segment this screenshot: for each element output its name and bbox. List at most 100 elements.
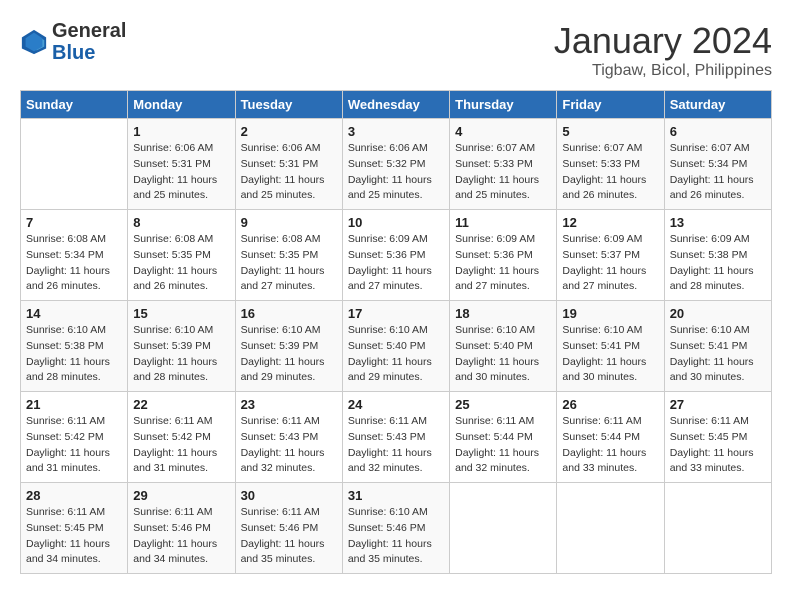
calendar-cell: 25 Sunrise: 6:11 AMSunset: 5:44 PMDayligh… (450, 392, 557, 483)
logo-blue: Blue (52, 42, 126, 64)
calendar-cell: 28 Sunrise: 6:11 AMSunset: 5:45 PMDayligh… (21, 483, 128, 574)
calendar-cell: 14 Sunrise: 6:10 AMSunset: 5:38 PMDayligh… (21, 301, 128, 392)
day-number: 10 (348, 215, 444, 230)
day-detail: Sunrise: 6:07 AMSunset: 5:33 PMDaylight:… (455, 141, 551, 204)
weekday-header: Tuesday (235, 91, 342, 119)
calendar-cell: 10Sunrise: 6:09 AMSunset: 5:36 PMDayligh… (342, 210, 449, 301)
calendar-week-row: 28 Sunrise: 6:11 AMSunset: 5:45 PMDayligh… (21, 483, 772, 574)
calendar-cell (664, 483, 771, 574)
day-number: 28 (26, 488, 122, 503)
calendar-cell: 29 Sunrise: 6:11 AMSunset: 5:46 PMDayligh… (128, 483, 235, 574)
calendar-cell: 17 Sunrise: 6:10 AMSunset: 5:40 PMDayligh… (342, 301, 449, 392)
calendar-title: January 2024 (554, 20, 772, 62)
weekday-header: Wednesday (342, 91, 449, 119)
calendar-cell (450, 483, 557, 574)
day-number: 23 (241, 397, 337, 412)
day-number: 29 (133, 488, 229, 503)
weekday-header: Thursday (450, 91, 557, 119)
day-number: 31 (348, 488, 444, 503)
day-detail: Sunrise: 6:11 AMSunset: 5:46 PMDaylight:… (241, 505, 337, 568)
day-detail: Sunrise: 6:10 AMSunset: 5:41 PMDaylight:… (562, 323, 658, 386)
logo-text: General Blue (52, 20, 126, 64)
day-number: 3 (348, 124, 444, 139)
calendar-cell: 18 Sunrise: 6:10 AMSunset: 5:40 PMDayligh… (450, 301, 557, 392)
day-number: 16 (241, 306, 337, 321)
day-number: 12 (562, 215, 658, 230)
calendar-cell: 16 Sunrise: 6:10 AMSunset: 5:39 PMDayligh… (235, 301, 342, 392)
calendar-cell: 21Sunrise: 6:11 AMSunset: 5:42 PMDayligh… (21, 392, 128, 483)
calendar-cell: 7Sunrise: 6:08 AMSunset: 5:34 PMDaylight… (21, 210, 128, 301)
day-number: 19 (562, 306, 658, 321)
day-detail: Sunrise: 6:10 AMSunset: 5:41 PMDaylight:… (670, 323, 766, 386)
calendar-cell (21, 119, 128, 210)
page-header: General Blue January 2024 Tigbaw, Bicol,… (20, 20, 772, 80)
day-number: 25 (455, 397, 551, 412)
calendar-cell: 9Sunrise: 6:08 AMSunset: 5:35 PMDaylight… (235, 210, 342, 301)
day-number: 24 (348, 397, 444, 412)
day-detail: Sunrise: 6:11 AMSunset: 5:44 PMDaylight:… (455, 414, 551, 477)
day-number: 14 (26, 306, 122, 321)
calendar-cell: 5 Sunrise: 6:07 AMSunset: 5:33 PMDaylight… (557, 119, 664, 210)
day-detail: Sunrise: 6:11 AMSunset: 5:43 PMDaylight:… (241, 414, 337, 477)
day-detail: Sunrise: 6:10 AMSunset: 5:40 PMDaylight:… (348, 323, 444, 386)
calendar-cell: 4Sunrise: 6:07 AMSunset: 5:33 PMDaylight… (450, 119, 557, 210)
weekday-header: Monday (128, 91, 235, 119)
calendar-header: SundayMondayTuesdayWednesdayThursdayFrid… (21, 91, 772, 119)
logo-icon (20, 28, 48, 56)
day-detail: Sunrise: 6:11 AMSunset: 5:45 PMDaylight:… (26, 505, 122, 568)
calendar-cell: 1Sunrise: 6:06 AMSunset: 5:31 PMDaylight… (128, 119, 235, 210)
day-number: 7 (26, 215, 122, 230)
day-detail: Sunrise: 6:11 AMSunset: 5:46 PMDaylight:… (133, 505, 229, 568)
day-detail: Sunrise: 6:11 AMSunset: 5:42 PMDaylight:… (133, 414, 229, 477)
day-detail: Sunrise: 6:08 AMSunset: 5:35 PMDaylight:… (133, 232, 229, 295)
day-number: 9 (241, 215, 337, 230)
day-number: 15 (133, 306, 229, 321)
calendar-location: Tigbaw, Bicol, Philippines (554, 62, 772, 80)
day-number: 11 (455, 215, 551, 230)
day-detail: Sunrise: 6:10 AMSunset: 5:39 PMDaylight:… (241, 323, 337, 386)
calendar-cell: 30 Sunrise: 6:11 AMSunset: 5:46 PMDayligh… (235, 483, 342, 574)
calendar-cell: 24Sunrise: 6:11 AMSunset: 5:43 PMDayligh… (342, 392, 449, 483)
day-detail: Sunrise: 6:10 AMSunset: 5:38 PMDaylight:… (26, 323, 122, 386)
day-number: 1 (133, 124, 229, 139)
day-detail: Sunrise: 6:10 AMSunset: 5:46 PMDaylight:… (348, 505, 444, 568)
weekday-header: Sunday (21, 91, 128, 119)
day-number: 2 (241, 124, 337, 139)
calendar-week-row: 7Sunrise: 6:08 AMSunset: 5:34 PMDaylight… (21, 210, 772, 301)
weekday-row: SundayMondayTuesdayWednesdayThursdayFrid… (21, 91, 772, 119)
day-detail: Sunrise: 6:10 AMSunset: 5:39 PMDaylight:… (133, 323, 229, 386)
calendar-cell: 13 Sunrise: 6:09 AMSunset: 5:38 PMDayligh… (664, 210, 771, 301)
day-detail: Sunrise: 6:09 AMSunset: 5:38 PMDaylight:… (670, 232, 766, 295)
day-detail: Sunrise: 6:09 AMSunset: 5:36 PMDaylight:… (455, 232, 551, 295)
calendar-cell (557, 483, 664, 574)
calendar-cell: 19 Sunrise: 6:10 AMSunset: 5:41 PMDayligh… (557, 301, 664, 392)
day-number: 17 (348, 306, 444, 321)
calendar-cell: 27Sunrise: 6:11 AMSunset: 5:45 PMDayligh… (664, 392, 771, 483)
day-detail: Sunrise: 6:06 AMSunset: 5:32 PMDaylight:… (348, 141, 444, 204)
calendar-body: 1 Sunrise: 6:06 AMSunset: 5:31 PMDaylight… (21, 119, 772, 574)
calendar-cell: 22 Sunrise: 6:11 AMSunset: 5:42 PMDayligh… (128, 392, 235, 483)
calendar-cell: 20 Sunrise: 6:10 AMSunset: 5:41 PMDayligh… (664, 301, 771, 392)
logo-general: General (52, 20, 126, 42)
calendar-cell: 15 Sunrise: 6:10 AMSunset: 5:39 PMDayligh… (128, 301, 235, 392)
calendar-cell: 2 Sunrise: 6:06 AMSunset: 5:31 PMDaylight… (235, 119, 342, 210)
calendar-cell: 31 Sunrise: 6:10 AMSunset: 5:46 PMDayligh… (342, 483, 449, 574)
day-number: 26 (562, 397, 658, 412)
day-number: 5 (562, 124, 658, 139)
day-number: 22 (133, 397, 229, 412)
day-number: 30 (241, 488, 337, 503)
day-detail: Sunrise: 6:06 AMSunset: 5:31 PMDaylight:… (241, 141, 337, 204)
day-number: 20 (670, 306, 766, 321)
day-number: 13 (670, 215, 766, 230)
calendar-cell: 12Sunrise: 6:09 AMSunset: 5:37 PMDayligh… (557, 210, 664, 301)
calendar-table: SundayMondayTuesdayWednesdayThursdayFrid… (20, 90, 772, 574)
day-detail: Sunrise: 6:10 AMSunset: 5:40 PMDaylight:… (455, 323, 551, 386)
calendar-cell: 3 Sunrise: 6:06 AMSunset: 5:32 PMDaylight… (342, 119, 449, 210)
calendar-cell: 23 Sunrise: 6:11 AMSunset: 5:43 PMDayligh… (235, 392, 342, 483)
day-number: 18 (455, 306, 551, 321)
day-detail: Sunrise: 6:07 AMSunset: 5:33 PMDaylight:… (562, 141, 658, 204)
calendar-cell: 11 Sunrise: 6:09 AMSunset: 5:36 PMDayligh… (450, 210, 557, 301)
day-number: 6 (670, 124, 766, 139)
title-block: January 2024 Tigbaw, Bicol, Philippines (554, 20, 772, 80)
weekday-header: Friday (557, 91, 664, 119)
